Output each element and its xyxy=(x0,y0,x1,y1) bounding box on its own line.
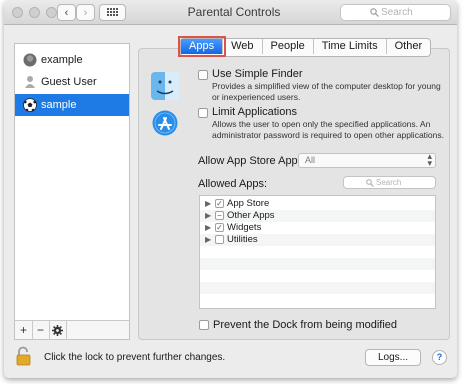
title-bar: ‹ › Parental Controls Search xyxy=(4,0,457,25)
person-icon xyxy=(25,76,35,88)
app-row-other-apps[interactable]: ▶ − Other Apps xyxy=(200,210,435,222)
empty-row xyxy=(200,270,435,282)
window-title: Parental Controls xyxy=(187,5,281,19)
app-checkbox[interactable]: − xyxy=(215,211,224,220)
chevron-right-icon: › xyxy=(83,6,88,19)
user-name: example xyxy=(41,54,83,66)
app-row-widgets[interactable]: ▶ ✓ Widgets xyxy=(200,222,435,234)
tab-other[interactable]: Other xyxy=(387,39,431,54)
user-item-example[interactable]: example xyxy=(15,49,129,71)
search-icon xyxy=(366,179,374,187)
simple-finder-desc-1: Provides a simplified view of the comput… xyxy=(212,81,441,91)
close-button[interactable] xyxy=(12,7,23,18)
allowed-apps-search-placeholder: Search xyxy=(376,178,402,187)
zoom-button[interactable] xyxy=(46,7,57,18)
tab-people[interactable]: People xyxy=(263,39,314,54)
user-item-guest[interactable]: Guest User xyxy=(15,71,129,93)
tab-apps[interactable]: Apps xyxy=(177,36,227,57)
user-list-toolbar: + − xyxy=(14,320,130,340)
tab-bar: Apps Web People Time Limits Other xyxy=(177,36,432,57)
show-all-button[interactable] xyxy=(99,4,126,21)
app-checkbox[interactable]: ✓ xyxy=(215,223,224,232)
search-field[interactable]: Search xyxy=(340,4,451,21)
parental-controls-window: ‹ › Parental Controls Search example Gue… xyxy=(4,0,457,378)
simple-finder-desc-2: or inexperienced users. xyxy=(212,92,301,102)
app-label: App Store xyxy=(227,198,270,209)
minus-icon: − xyxy=(36,323,44,337)
chevron-up-down-icon: ▴ ▾ xyxy=(427,151,432,168)
empty-row xyxy=(200,282,435,294)
disclosure-triangle-icon[interactable]: ▶ xyxy=(205,223,211,232)
limit-applications-checkbox[interactable] xyxy=(198,108,208,118)
limit-applications-desc-1: Allows the user to open only the specifi… xyxy=(212,119,431,129)
empty-row xyxy=(200,258,435,270)
user-item-sample[interactable]: sample xyxy=(15,94,129,116)
prevent-dock-label: Prevent the Dock from being modified xyxy=(213,319,398,331)
prevent-dock-checkbox[interactable] xyxy=(199,320,209,330)
disclosure-triangle-icon[interactable]: ▶ xyxy=(205,199,211,208)
tab-time-limits[interactable]: Time Limits xyxy=(314,39,387,54)
app-store-apps-value: All xyxy=(305,155,316,165)
app-row-utilities[interactable]: ▶ Utilities xyxy=(200,234,435,246)
settings-button[interactable] xyxy=(49,321,67,339)
grid-icon xyxy=(106,8,118,16)
user-name: sample xyxy=(41,99,77,111)
user-list[interactable]: example Guest User sample xyxy=(14,43,130,340)
allowed-apps-search[interactable]: Search xyxy=(343,176,436,189)
app-label: Other Apps xyxy=(227,210,275,221)
app-checkbox[interactable]: ✓ xyxy=(215,199,224,208)
minimize-button[interactable] xyxy=(29,7,40,18)
logs-button[interactable]: Logs... xyxy=(365,349,421,366)
avatar-icon xyxy=(23,53,37,67)
disclosure-triangle-icon[interactable]: ▶ xyxy=(205,235,211,244)
soccer-ball-icon xyxy=(23,98,37,112)
app-checkbox[interactable] xyxy=(215,235,224,244)
limit-applications-label: Limit Applications xyxy=(212,106,297,118)
app-store-icon xyxy=(152,110,178,136)
plus-icon: + xyxy=(19,323,27,337)
app-store-apps-select[interactable]: All ▴ ▾ xyxy=(298,151,436,168)
app-label: Utilities xyxy=(227,234,258,245)
lock-icon[interactable] xyxy=(16,346,32,366)
add-user-button[interactable]: + xyxy=(15,321,33,339)
limit-applications-desc-2: administrator password is required to op… xyxy=(212,130,444,140)
app-row-app-store[interactable]: ▶ ✓ App Store xyxy=(200,198,435,210)
app-store-apps-label: Allow App Store Apps: xyxy=(198,155,307,167)
app-label: Widgets xyxy=(227,222,262,233)
simple-finder-label: Use Simple Finder xyxy=(212,68,303,80)
search-icon xyxy=(370,8,379,17)
forward-button[interactable]: › xyxy=(76,4,95,21)
empty-row xyxy=(200,294,435,306)
empty-row xyxy=(200,246,435,258)
allowed-apps-list[interactable]: ▶ ✓ App Store ▶ − Other Apps ▶ ✓ Widgets… xyxy=(199,195,436,309)
user-name: Guest User xyxy=(41,76,97,88)
help-button[interactable]: ? xyxy=(432,350,447,365)
remove-user-button[interactable]: − xyxy=(32,321,50,339)
lock-message: Click the lock to prevent further change… xyxy=(44,352,226,363)
allowed-apps-label: Allowed Apps: xyxy=(198,178,268,190)
tab-web[interactable]: Web xyxy=(223,39,263,54)
search-placeholder: Search xyxy=(381,7,413,18)
finder-icon xyxy=(151,72,179,100)
back-button[interactable]: ‹ xyxy=(57,4,76,21)
simple-finder-checkbox[interactable] xyxy=(198,70,208,80)
disclosure-triangle-icon[interactable]: ▶ xyxy=(205,211,211,220)
gear-icon xyxy=(52,324,63,336)
chevron-left-icon: ‹ xyxy=(64,6,69,19)
